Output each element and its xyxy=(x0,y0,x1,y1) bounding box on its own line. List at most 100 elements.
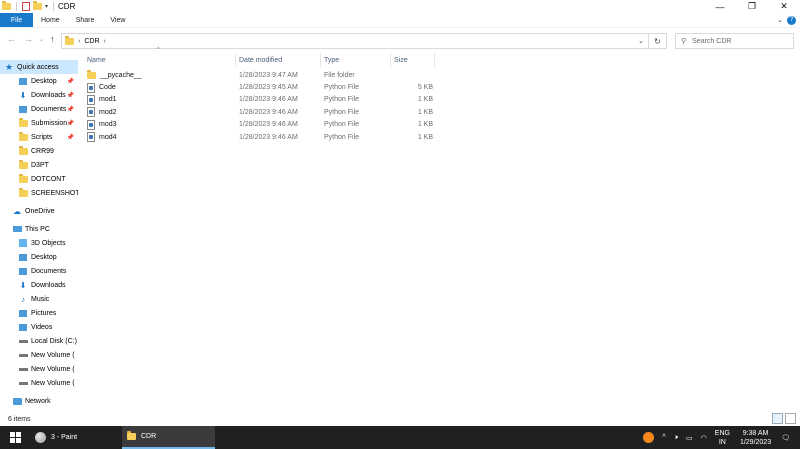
file-row[interactable]: mod3 1/28/2023 9:46 AM Python File 1 KB xyxy=(79,119,479,131)
file-name-cell: __pycache__ xyxy=(79,69,236,79)
new-folder-icon[interactable] xyxy=(33,1,42,10)
quick-access-item[interactable]: Submission 📌 xyxy=(0,116,78,130)
this-pc-list: 3D Objects Desktop Documents ⬇ Downloads ♪ Mus… xyxy=(0,236,78,390)
quick-access-toolbar: ▾ xyxy=(0,1,56,11)
region-code: IN xyxy=(718,438,726,446)
quick-access-item[interactable]: D3PT xyxy=(0,158,78,172)
python-file-icon xyxy=(87,119,95,130)
this-pc-item[interactable]: ♪ Music xyxy=(0,292,78,306)
nav-network[interactable]: Network xyxy=(0,394,78,408)
expand-ribbon-icon[interactable]: ⌄ xyxy=(777,16,783,24)
file-type: Python File xyxy=(324,96,360,104)
this-pc-item[interactable]: Pictures xyxy=(0,306,78,320)
pin-icon[interactable]: 📌 xyxy=(67,134,74,141)
input-language[interactable]: ENG IN xyxy=(715,429,730,447)
python-file-icon xyxy=(87,107,95,118)
nav-quick-access[interactable]: ★ Quick access xyxy=(0,60,78,74)
pin-icon[interactable]: 📌 xyxy=(67,78,74,85)
chevron-right-icon: › xyxy=(103,37,106,45)
details-view-button[interactable] xyxy=(772,413,783,424)
paint-icon xyxy=(35,432,46,443)
quick-access-item[interactable]: DOTCONT xyxy=(0,172,78,186)
properties-icon[interactable] xyxy=(22,2,30,11)
recent-locations-icon[interactable]: ⌄ xyxy=(39,36,44,43)
nav-label: Documents xyxy=(31,105,67,113)
nav-label: Desktop xyxy=(31,77,57,85)
file-row[interactable]: mod4 1/28/2023 9:46 AM Python File 1 KB xyxy=(79,131,479,143)
this-pc-item[interactable]: New Volume ( xyxy=(0,348,78,362)
app-status-icon[interactable] xyxy=(643,432,655,443)
column-header-date[interactable]: Date modified xyxy=(236,53,321,67)
refresh-button[interactable]: ↻ xyxy=(649,33,667,49)
file-row[interactable]: mod1 1/28/2023 9:46 AM Python File 1 KB xyxy=(79,94,479,106)
this-pc-item[interactable]: Desktop xyxy=(0,250,78,264)
file-row[interactable]: Code 1/28/2023 9:45 AM Python File 5 KB xyxy=(79,81,479,93)
this-pc-item[interactable]: New Volume ( xyxy=(0,376,78,390)
wifi-icon[interactable]: ◠ xyxy=(701,434,707,442)
breadcrumb-cdr[interactable]: CDR xyxy=(84,38,99,45)
videos-icon xyxy=(18,322,28,332)
nav-label: Network xyxy=(25,397,51,405)
this-pc-item[interactable]: ⬇ Downloads xyxy=(0,278,78,292)
quick-access-item[interactable]: Desktop 📌 xyxy=(0,74,78,88)
notifications-icon[interactable]: 🗨 xyxy=(781,434,790,442)
folder-icon xyxy=(18,117,28,128)
battery-icon[interactable]: ▭ xyxy=(686,434,693,442)
tab-share[interactable]: Share xyxy=(68,13,103,27)
file-name: mod4 xyxy=(99,133,117,141)
start-button[interactable] xyxy=(0,426,30,449)
minimize-button[interactable]: — xyxy=(704,0,736,13)
folder-icon xyxy=(18,131,28,142)
folder-icon xyxy=(18,173,28,184)
this-pc-item[interactable]: 3D Objects xyxy=(0,236,78,250)
quick-access-item[interactable]: CRR99 xyxy=(0,144,78,158)
large-icons-view-button[interactable] xyxy=(785,413,796,424)
tab-home[interactable]: Home xyxy=(33,13,68,27)
this-pc-item[interactable]: Videos xyxy=(0,320,78,334)
column-header-name[interactable]: Name xyxy=(79,53,236,67)
window-title: CDR xyxy=(58,2,76,11)
column-headers: Name Date modified Type Size xyxy=(79,53,479,67)
column-header-type[interactable]: Type xyxy=(321,53,391,67)
file-type: Python File xyxy=(324,133,360,141)
quick-access-item[interactable]: SCREENSHOTS xyxy=(0,186,78,200)
close-button[interactable]: ✕ xyxy=(768,0,800,13)
quick-access-item[interactable]: ⬇ Downloads 📌 xyxy=(0,88,78,102)
file-row[interactable]: __pycache__ 1/28/2023 9:47 AM File folder xyxy=(79,69,479,81)
python-file-icon xyxy=(87,94,95,105)
window-controls: — ❐ ✕ xyxy=(704,0,800,13)
chevron-up-icon[interactable]: ^ xyxy=(662,434,665,441)
volume-muted-icon[interactable]: 🕨 xyxy=(674,434,678,442)
this-pc-item[interactable]: Local Disk (C:) xyxy=(0,334,78,348)
this-pc-item[interactable]: Documents xyxy=(0,264,78,278)
file-type: Python File xyxy=(324,84,360,92)
ribbon-right-controls: ⌄ ? xyxy=(777,13,796,27)
search-input[interactable]: ⚲ Search CDR xyxy=(675,33,794,49)
address-bar[interactable]: › CDR › ⌄ xyxy=(61,33,649,49)
cloud-icon: ☁ xyxy=(13,206,21,216)
quick-access-item[interactable]: Documents 📌 xyxy=(0,102,78,116)
nav-this-pc[interactable]: This PC xyxy=(0,222,78,236)
maximize-button[interactable]: ❐ xyxy=(736,0,768,13)
taskbar-item-paint[interactable]: 3 - Paint xyxy=(30,426,122,449)
quick-access-item[interactable]: Scripts 📌 xyxy=(0,130,78,144)
column-header-size[interactable]: Size xyxy=(391,53,435,67)
nav-onedrive[interactable]: ☁ OneDrive xyxy=(0,204,78,218)
tab-view[interactable]: View xyxy=(102,13,133,27)
pin-icon[interactable]: 📌 xyxy=(67,120,74,127)
tab-file[interactable]: File xyxy=(0,13,33,27)
help-icon[interactable]: ? xyxy=(787,15,796,25)
clock[interactable]: 9:38 AM 1/29/2023 xyxy=(740,429,771,447)
chevron-down-icon[interactable]: ▾ xyxy=(45,3,48,10)
chevron-down-icon[interactable]: ⌄ xyxy=(638,37,644,45)
taskbar: 3 - Paint CDR ^ 🕨 ▭ ◠ ENG IN 9:38 AM 1/2… xyxy=(0,426,800,449)
back-icon[interactable]: ← xyxy=(7,34,16,44)
this-pc-item[interactable]: New Volume ( xyxy=(0,362,78,376)
up-icon[interactable]: ↑ xyxy=(50,34,55,44)
taskbar-item-cdr[interactable]: CDR xyxy=(122,426,215,449)
file-row[interactable]: mod2 1/28/2023 9:46 AM Python File 1 KB xyxy=(79,106,479,118)
forward-icon[interactable]: → xyxy=(24,34,33,44)
pin-icon[interactable]: 📌 xyxy=(67,106,74,113)
nav-label: Submission xyxy=(31,119,68,127)
pin-icon[interactable]: 📌 xyxy=(67,92,74,99)
